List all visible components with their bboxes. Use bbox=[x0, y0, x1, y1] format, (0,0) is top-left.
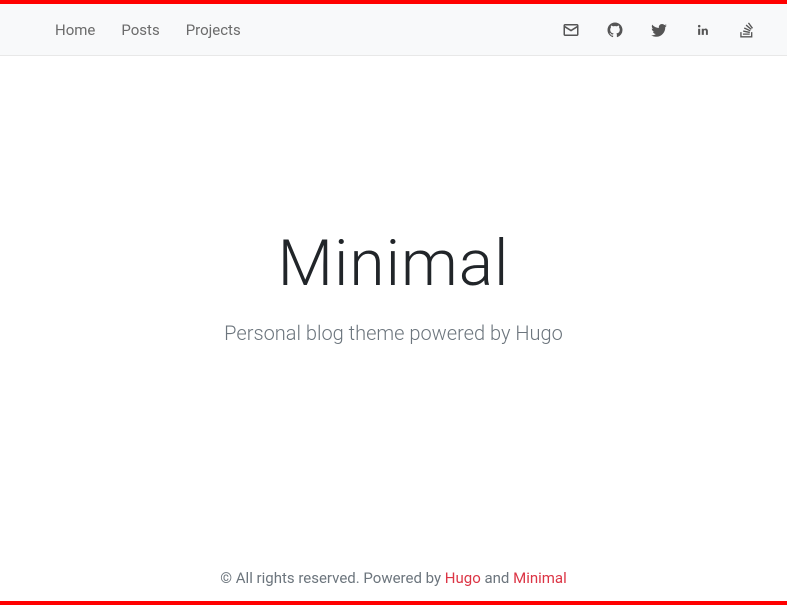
hero-section: Minimal Personal blog theme powered by H… bbox=[0, 56, 787, 555]
footer-link-minimal[interactable]: Minimal bbox=[513, 569, 567, 587]
site-subtitle: Personal blog theme powered by Hugo bbox=[224, 321, 563, 345]
twitter-icon[interactable] bbox=[649, 20, 669, 40]
stackoverflow-icon[interactable] bbox=[737, 20, 757, 40]
footer-separator: and bbox=[481, 569, 513, 587]
bottom-accent-border bbox=[0, 601, 787, 605]
footer: © All rights reserved. Powered by Hugo a… bbox=[0, 555, 787, 601]
nav-link-posts[interactable]: Posts bbox=[121, 21, 159, 39]
nav-link-home[interactable]: Home bbox=[55, 21, 95, 39]
nav-icons bbox=[561, 20, 757, 40]
nav-link-projects[interactable]: Projects bbox=[186, 21, 241, 39]
nav-links: Home Posts Projects bbox=[55, 21, 241, 39]
footer-link-hugo[interactable]: Hugo bbox=[445, 569, 481, 587]
linkedin-icon[interactable] bbox=[693, 20, 713, 40]
github-icon[interactable] bbox=[605, 20, 625, 40]
email-icon[interactable] bbox=[561, 20, 581, 40]
footer-text: © All rights reserved. Powered by bbox=[220, 569, 445, 587]
main-nav: Home Posts Projects bbox=[0, 4, 787, 56]
site-title: Minimal bbox=[278, 226, 510, 301]
